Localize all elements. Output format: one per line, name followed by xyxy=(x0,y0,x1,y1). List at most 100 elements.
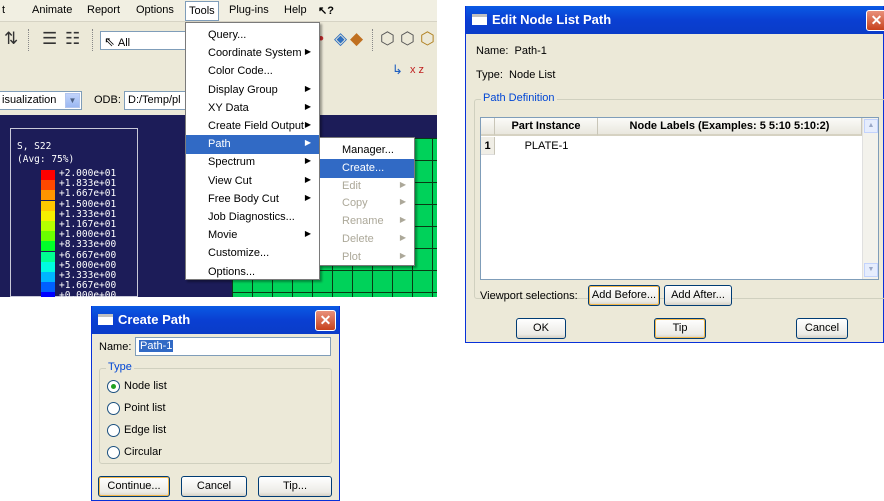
submenu-arrow-icon: ▶ xyxy=(399,233,406,242)
tools-menu-item-options[interactable]: Options... xyxy=(186,263,319,282)
submenu-arrow-icon: ▶ xyxy=(304,174,311,184)
menu-item-label: Options... xyxy=(208,265,256,278)
selection-filter-combo[interactable]: ⇖ All xyxy=(100,31,186,50)
tools-menu-item-coordinate-system[interactable]: Coordinate System ▶ xyxy=(186,44,319,63)
sort-arrows-icon[interactable]: ⇅ xyxy=(4,30,18,48)
tip-button[interactable]: Tip... xyxy=(258,476,332,497)
axes-xyz-icon[interactable]: x z xyxy=(410,61,424,79)
continue-button[interactable]: Continue... xyxy=(98,476,170,497)
selection-filter-value: All xyxy=(117,37,131,49)
triad-axes-icon[interactable]: ↳ xyxy=(392,61,403,79)
menu-item-label: Movie xyxy=(208,229,238,242)
tools-menu-item-job-diagnostics[interactable]: Job Diagnostics... xyxy=(186,208,319,227)
radio-circular-label[interactable]: Circular xyxy=(124,446,162,458)
column-header-part-instance[interactable]: Part Instance xyxy=(495,118,598,136)
create-path-dialog: Create Path ✕ Name: Path-1 Type Node lis… xyxy=(91,306,340,501)
radio-circular[interactable] xyxy=(107,446,120,459)
cell-part-instance[interactable]: PLATE-1 xyxy=(495,137,598,155)
menu-plot-partial[interactable]: t xyxy=(2,4,5,16)
path-menu-item-create[interactable]: Create... xyxy=(320,158,414,178)
menu-item-label: Manager... xyxy=(342,144,394,156)
box-render-icon[interactable]: ◆ xyxy=(350,30,363,48)
add-before-button[interactable]: Add Before... xyxy=(588,285,660,306)
submenu-arrow-icon: ▶ xyxy=(304,83,311,93)
stack-icon[interactable]: ☰ xyxy=(42,30,57,48)
submenu-arrow-icon: ▶ xyxy=(399,179,406,189)
close-icon[interactable]: ✕ xyxy=(315,310,336,331)
legend-value: +0.000e+00 xyxy=(59,290,117,297)
column-header-node-labels[interactable]: Node Labels (Examples: 5 5:10 5:10:2) xyxy=(598,118,862,136)
edit-path-titlebar[interactable]: Edit Node List Path ✕ xyxy=(466,6,884,34)
legend-swatch xyxy=(41,272,55,282)
node-path-table[interactable]: Part Instance Node Labels (Examples: 5 5… xyxy=(480,117,879,280)
create-path-titlebar[interactable]: Create Path ✕ xyxy=(92,306,339,334)
menu-item-label: Spectrum xyxy=(208,156,256,169)
path-menu-item-manager[interactable]: Manager... xyxy=(320,141,414,160)
add-after-button[interactable]: Add After... xyxy=(664,285,732,306)
submenu-arrow-icon: ▶ xyxy=(399,215,406,225)
submenu-arrow-icon: ▶ xyxy=(304,138,311,148)
tools-menu-item-create-field-output[interactable]: Create Field Output ▶ xyxy=(186,117,319,136)
menu-report[interactable]: Report xyxy=(87,4,120,16)
legend-swatch xyxy=(41,170,55,180)
cancel-button[interactable]: Cancel xyxy=(796,318,848,339)
tools-menu-item-free-body-cut[interactable]: Free Body Cut ▶ xyxy=(186,190,319,209)
ok-button[interactable]: OK xyxy=(516,318,566,339)
submenu-arrow-icon: ▶ xyxy=(399,250,406,260)
radio-point-list[interactable] xyxy=(107,402,120,415)
radio-node-list[interactable] xyxy=(107,380,120,393)
path-type-line: Type: Node List xyxy=(476,69,556,81)
tools-menu-item-display-group[interactable]: Display Group ▶ xyxy=(186,81,319,100)
pointer-icon: ⇖ xyxy=(104,34,115,49)
tip-button[interactable]: Tip xyxy=(654,318,706,339)
menu-help[interactable]: Help xyxy=(284,4,307,16)
menu-item-label: Customize... xyxy=(208,247,270,260)
menu-item-label: XY Data xyxy=(208,101,249,114)
radio-point-list-label[interactable]: Point list xyxy=(124,402,166,414)
cube-wireframe-icon[interactable]: ⬡ xyxy=(380,30,395,48)
tools-menu-item-color-code[interactable]: Color Code... xyxy=(186,62,319,81)
odb-combo[interactable]: D:/Temp/pl xyxy=(124,91,194,110)
menu-item-label: Path xyxy=(208,138,231,151)
cube-hidden-icon[interactable]: ⬡ xyxy=(400,30,415,48)
submenu-arrow-icon: ▶ xyxy=(304,47,311,57)
menu-item-label: Display Group xyxy=(208,83,278,96)
tools-menu-item-query[interactable]: Query... xyxy=(186,26,319,45)
tools-menu-item-customize[interactable]: Customize... xyxy=(186,244,319,263)
scroll-down-icon[interactable]: ▼ xyxy=(864,263,878,277)
radio-node-list-label[interactable]: Node list xyxy=(124,380,167,392)
menu-item-label: Edit xyxy=(342,179,361,192)
menu-item-label: Free Body Cut xyxy=(208,192,279,205)
menu-options[interactable]: Options xyxy=(136,4,174,16)
scroll-up-icon[interactable]: ▲ xyxy=(864,119,878,133)
stack-alt-icon[interactable]: ☷ xyxy=(65,30,80,48)
tools-menu-item-view-cut[interactable]: View Cut ▶ xyxy=(186,172,319,191)
menu-animate[interactable]: Animate xyxy=(32,4,72,16)
edit-path-title: Edit Node List Path xyxy=(492,12,612,27)
close-icon[interactable]: ✕ xyxy=(866,10,884,31)
whats-this-help-icon[interactable]: ↖? xyxy=(318,4,334,17)
module-combo[interactable]: isualization ▼ xyxy=(0,91,82,110)
path-menu-item-plot: Plot ▶ xyxy=(320,248,414,267)
cancel-button[interactable]: Cancel xyxy=(181,476,247,497)
menu-plug-ins[interactable]: Plug-ins xyxy=(229,4,269,16)
module-value: isualization xyxy=(2,94,57,106)
cell-node-labels[interactable] xyxy=(598,137,862,155)
path-name-input[interactable]: Path-1 xyxy=(135,337,331,356)
tools-menu-item-spectrum[interactable]: Spectrum ▶ xyxy=(186,153,319,172)
create-path-title: Create Path xyxy=(118,312,191,327)
menu-tools[interactable]: Tools xyxy=(185,1,219,21)
window-icon xyxy=(98,314,113,325)
tools-menu-item-path[interactable]: Path ▶ xyxy=(186,135,319,155)
menu-item-label: Query... xyxy=(208,29,247,41)
view-render-icon[interactable]: ◈ xyxy=(334,30,347,48)
legend-value: +1.667e+01 xyxy=(59,188,117,200)
tools-menu-item-movie[interactable]: Movie ▶ xyxy=(186,226,319,245)
radio-edge-list[interactable] xyxy=(107,424,120,437)
vertical-scrollbar[interactable]: ▲ ▼ xyxy=(862,118,878,279)
cube-shaded-icon[interactable]: ⬡ xyxy=(420,30,435,48)
radio-edge-list-label[interactable]: Edge list xyxy=(124,424,166,436)
tools-menu-item-xy-data[interactable]: XY Data ▶ xyxy=(186,99,319,118)
path-menu-item-rename: Rename ▶ xyxy=(320,212,414,231)
tools-menu: Query... Coordinate System ▶ Color Code... D… xyxy=(185,22,320,280)
